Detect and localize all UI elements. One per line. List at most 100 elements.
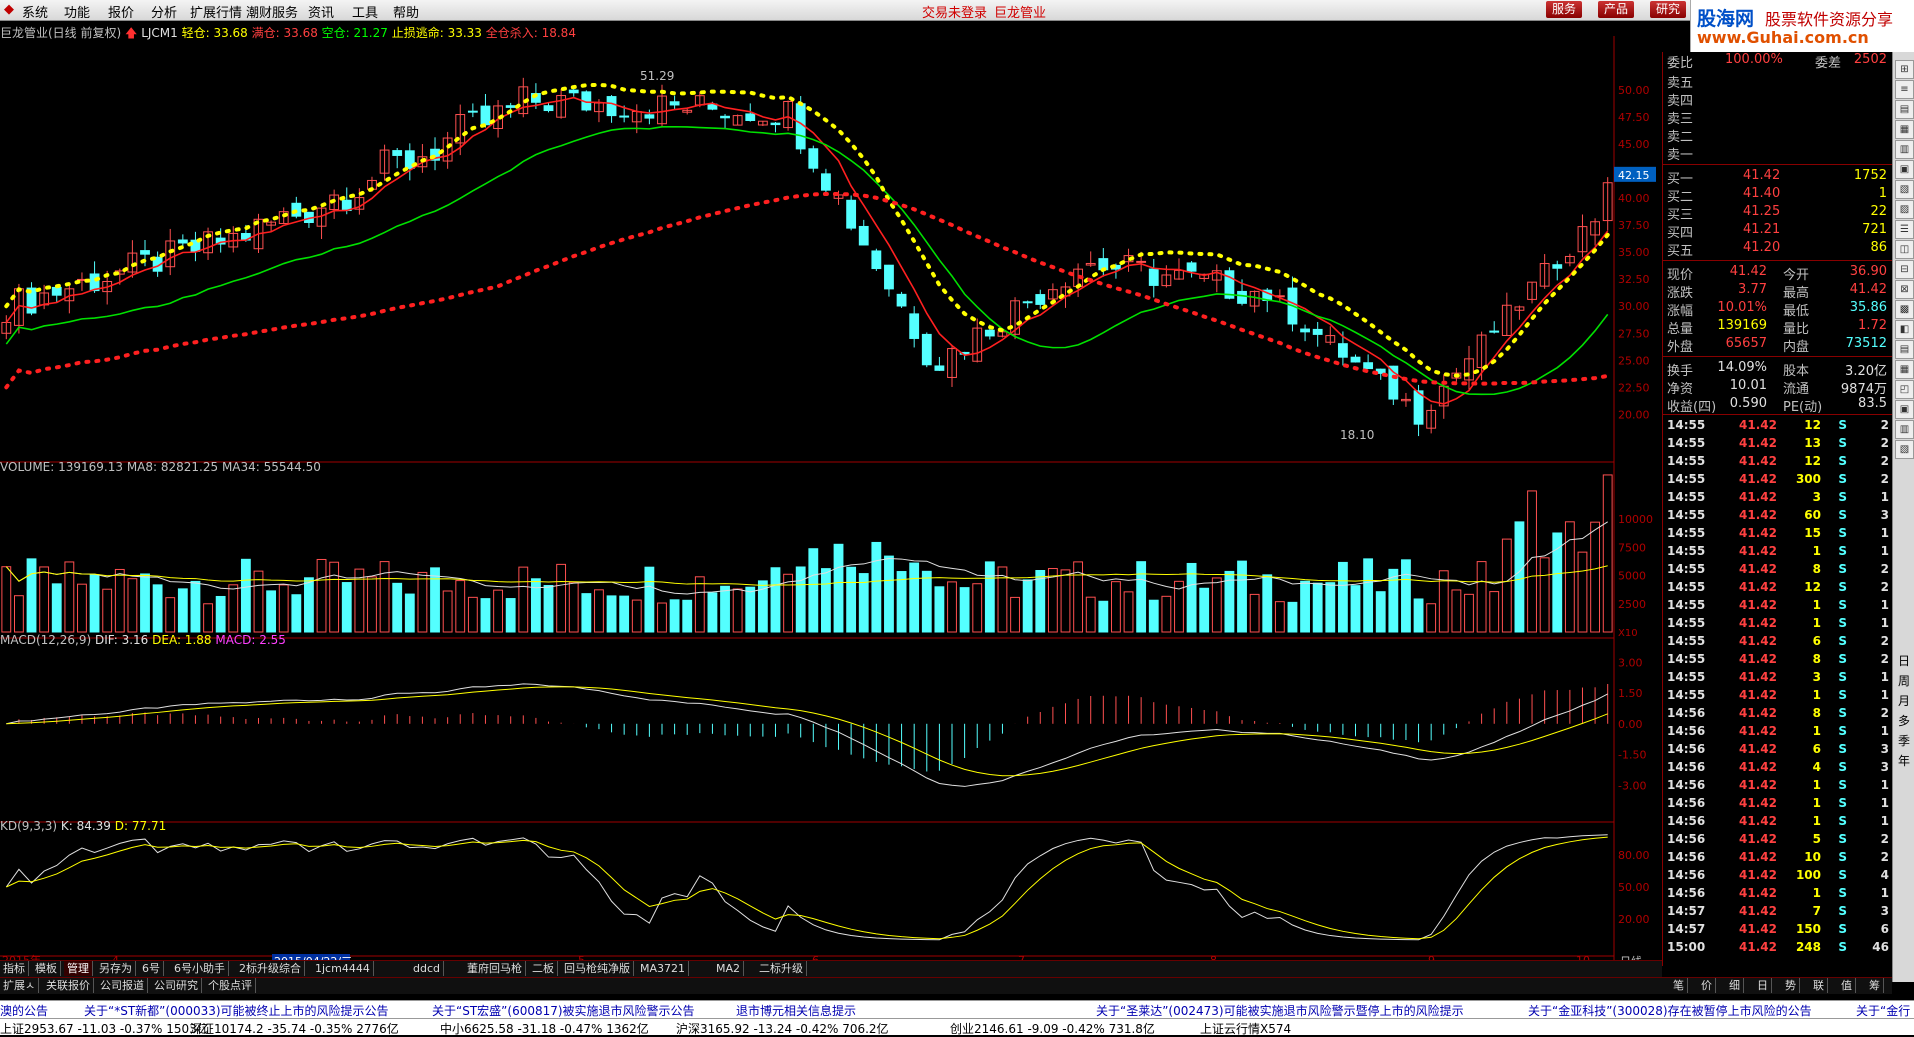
news-item[interactable]: 关于“*ST新都”(000033)可能被终止上市的风险提示公告 bbox=[84, 1002, 389, 1019]
news-item[interactable]: 退市博元相关信息提示 bbox=[736, 1002, 856, 1019]
panel-tab[interactable]: 笔 bbox=[1670, 978, 1688, 993]
tick-time: 14:55 bbox=[1667, 508, 1706, 522]
index-quote[interactable]: 深证10174.2 -35.74 -0.35% 2776亿 bbox=[190, 1020, 399, 1037]
news-item[interactable]: 关于“金亚科技”(300028)存在被暂停上市风险的公告 bbox=[1528, 1002, 1812, 1019]
menu-system[interactable]: 系统 bbox=[22, 2, 48, 21]
tab-11[interactable]: 回马枪纯净版 bbox=[561, 961, 634, 976]
toolbar-icon[interactable]: ⊞ bbox=[1895, 60, 1914, 79]
candle bbox=[1300, 328, 1310, 333]
panel-tab[interactable]: 价 bbox=[1698, 978, 1716, 993]
tab-4[interactable]: 个股点评 bbox=[205, 978, 256, 993]
app-icon[interactable]: ◆ bbox=[4, 2, 14, 17]
menu-quote[interactable]: 报价 bbox=[108, 2, 134, 21]
menu-service[interactable]: 潮财服务 bbox=[246, 2, 298, 21]
period-button[interactable]: 周 bbox=[1895, 672, 1913, 689]
divider bbox=[1663, 260, 1893, 261]
toolbar-icon[interactable]: ▧ bbox=[1895, 180, 1914, 199]
service-button[interactable]: 服务 bbox=[1546, 1, 1583, 18]
toolbar-icon[interactable]: ▦ bbox=[1895, 120, 1914, 139]
tab-6[interactable]: 2标升级综合 bbox=[236, 961, 305, 976]
chart-area[interactable]: 51.2918.10 50.0047.5045.0042.5040.0037.5… bbox=[0, 36, 1662, 972]
tab-14[interactable]: 二标升级 bbox=[756, 961, 807, 976]
period-button[interactable]: 多 bbox=[1895, 712, 1913, 729]
index-quote[interactable]: 中小6625.58 -31.18 -0.47% 1362亿 bbox=[440, 1020, 649, 1037]
tab-3[interactable]: 公司研究 bbox=[151, 978, 202, 993]
index-quote[interactable]: 创业2146.61 -9.09 -0.42% 731.8亿 bbox=[950, 1020, 1155, 1037]
toolbar-icon[interactable]: ◰ bbox=[1895, 380, 1914, 399]
menu-ext-quote[interactable]: 扩展行情 bbox=[190, 2, 242, 21]
period-button[interactable]: 月 bbox=[1895, 692, 1913, 709]
product-button[interactable]: 产品 bbox=[1598, 1, 1635, 18]
volume-bar bbox=[26, 558, 37, 633]
toolbar-icon[interactable]: ▣ bbox=[1895, 400, 1914, 419]
volume-bar bbox=[1388, 568, 1399, 633]
menu-tools[interactable]: 工具 bbox=[352, 2, 378, 21]
period-button[interactable]: 日 bbox=[1895, 652, 1913, 669]
volume-bar bbox=[354, 568, 365, 633]
tab-3[interactable]: 另存为 bbox=[96, 961, 136, 976]
toolbar-icon[interactable]: ▥ bbox=[1895, 140, 1914, 159]
tab-12[interactable]: MA3721 bbox=[637, 961, 690, 976]
buy-row: 买三 41.25 22 bbox=[1665, 204, 1891, 223]
volume-bar bbox=[644, 566, 655, 633]
tick-volume: 15 bbox=[1804, 526, 1821, 540]
tab-13[interactable]: MA2 bbox=[713, 961, 745, 976]
toolbar-icon[interactable]: ☰ bbox=[1895, 220, 1914, 239]
menu-function[interactable]: 功能 bbox=[64, 2, 90, 21]
news-item[interactable]: 澳的公告 bbox=[0, 1002, 48, 1019]
tick-time: 14:55 bbox=[1667, 634, 1706, 648]
panel-tab[interactable]: 势 bbox=[1782, 978, 1800, 993]
toolbar-icon[interactable]: ▤ bbox=[1895, 100, 1914, 119]
tab-0[interactable]: 扩展ㅅ bbox=[0, 978, 40, 993]
index-quote[interactable]: 上证2953.67 -11.03 -0.37% 1503亿 bbox=[0, 1020, 209, 1037]
panel-tab[interactable]: 日 bbox=[1754, 978, 1772, 993]
toolbar-icon[interactable]: ▥ bbox=[1895, 420, 1914, 439]
index-quote[interactable]: 上证云行情X574 bbox=[1200, 1020, 1291, 1037]
tab-8[interactable]: ddcd bbox=[410, 961, 444, 976]
menu-news[interactable]: 资讯 bbox=[308, 2, 334, 21]
volume-bar bbox=[1111, 581, 1121, 633]
tab-7[interactable]: 1jcm4444 bbox=[312, 961, 374, 976]
tab-4[interactable]: 6号 bbox=[139, 961, 164, 976]
tab-1[interactable]: 模板 bbox=[32, 961, 61, 976]
menu-help[interactable]: 帮助 bbox=[393, 2, 419, 21]
tick-volume: 6 bbox=[1812, 742, 1821, 756]
tab-5[interactable]: 6号小助手 bbox=[171, 961, 229, 976]
research-button[interactable]: 研究 bbox=[1650, 1, 1687, 18]
toolbar-icon[interactable]: ⊠ bbox=[1895, 280, 1914, 299]
panel-tab[interactable]: 联 bbox=[1810, 978, 1828, 993]
news-item[interactable]: 关于“圣莱达”(002473)可能被实施退市风险警示暨停上市的风险提示 bbox=[1096, 1002, 1464, 1019]
period-button[interactable]: 年 bbox=[1895, 752, 1913, 769]
toolbar-icon[interactable]: ≡ bbox=[1895, 80, 1914, 99]
period-button[interactable]: 季 bbox=[1895, 732, 1913, 749]
volume-bar bbox=[1022, 579, 1033, 633]
toolbar-icon[interactable]: ⊟ bbox=[1895, 260, 1914, 279]
toolbar-icon[interactable]: ◫ bbox=[1895, 240, 1914, 259]
stat-value: 65657 bbox=[1725, 336, 1767, 351]
tab-2[interactable]: 公司报道 bbox=[97, 978, 148, 993]
news-item[interactable]: 关于“金行 bbox=[1856, 1002, 1910, 1019]
tab-2[interactable]: 管理 bbox=[64, 961, 93, 976]
toolbar-icon[interactable]: ▦ bbox=[1895, 360, 1914, 379]
toolbar-icon[interactable]: ▧ bbox=[1895, 440, 1914, 459]
macd-value: MACD: 2.55 bbox=[215, 633, 286, 647]
tab-0[interactable]: 指标 bbox=[0, 961, 29, 976]
index-quote[interactable]: 沪深3165.92 -13.24 -0.42% 706.2亿 bbox=[676, 1020, 889, 1037]
stat-label: 收益(四) bbox=[1667, 400, 1717, 415]
news-item[interactable]: 关于“ST宏盛”(600817)被实施退市风险警示公告 bbox=[432, 1002, 695, 1019]
volume-bar bbox=[493, 589, 503, 633]
panel-tab[interactable]: 值 bbox=[1838, 978, 1856, 993]
panel-tab[interactable]: 筹 bbox=[1866, 978, 1884, 993]
tick-time: 14:55 bbox=[1667, 454, 1706, 468]
tab-9[interactable]: 董府回马枪 bbox=[464, 961, 526, 976]
toolbar-icon[interactable]: ▨ bbox=[1895, 200, 1914, 219]
tab-1[interactable]: 关联报价 bbox=[43, 978, 94, 993]
toolbar-icon[interactable]: ▤ bbox=[1895, 340, 1914, 359]
menu-analysis[interactable]: 分析 bbox=[151, 2, 177, 21]
panel-tab[interactable]: 细 bbox=[1726, 978, 1744, 993]
volume-bar bbox=[518, 566, 529, 633]
toolbar-icon[interactable]: ▩ bbox=[1895, 300, 1914, 319]
toolbar-icon[interactable]: ◧ bbox=[1895, 320, 1914, 339]
tab-10[interactable]: 二板 bbox=[529, 961, 558, 976]
toolbar-icon[interactable]: ▣ bbox=[1895, 160, 1914, 179]
